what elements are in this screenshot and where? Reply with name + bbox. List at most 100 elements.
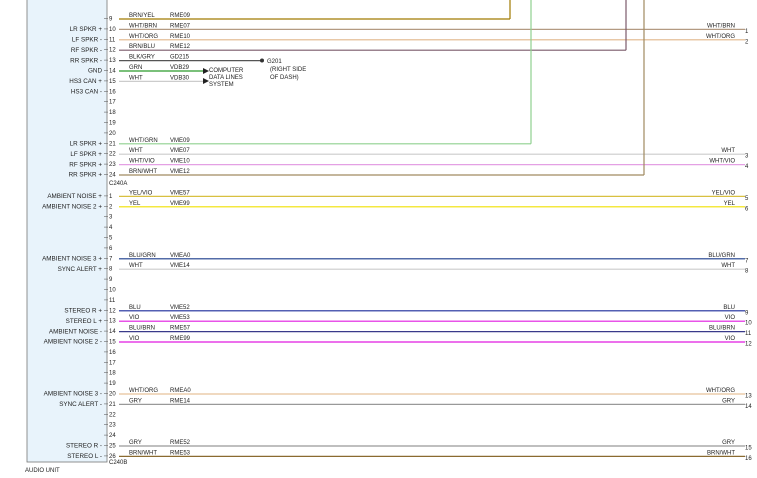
pin-row: 13 STEREO L + VIO VME53 VIO 10 xyxy=(66,315,753,327)
pin-number: 22 xyxy=(109,152,116,158)
circuit-label: VME14 xyxy=(170,263,190,269)
right-color-label: YEL/VIO xyxy=(712,190,736,196)
signal-label: RF SPKR - xyxy=(71,47,102,54)
pin-rows: 9 BRN/YEL RME09 10 LR SPKR + WHT/BRN RME07 WHT/… xyxy=(42,13,752,462)
pin-number: 9 xyxy=(109,277,113,283)
pin-number: 22 xyxy=(109,412,116,418)
pin-number: 20 xyxy=(109,392,116,398)
wire-color-label: GRN xyxy=(129,65,142,71)
pin-number: 23 xyxy=(109,162,116,168)
wire-color-label: GRY xyxy=(129,398,142,404)
circuit-label: RME53 xyxy=(170,450,191,456)
circuit-label: VME99 xyxy=(170,201,190,207)
pin-number: 17 xyxy=(109,100,116,106)
wire-verticals xyxy=(509,0,645,175)
circuit-label: VMEA0 xyxy=(170,253,191,259)
pin-number: 16 xyxy=(109,89,116,95)
pin-number: 5 xyxy=(109,236,113,242)
wire-color-label: WHT xyxy=(129,75,143,81)
right-pin-number: 16 xyxy=(745,456,752,462)
right-color-label: WHT/VIO xyxy=(709,159,735,165)
right-pin-number: 13 xyxy=(745,394,752,400)
ground-splice-dot xyxy=(260,58,264,63)
pin-number: 25 xyxy=(109,444,116,450)
pin-row: 12 RF SPKR - BRN/BLU RME12 xyxy=(71,44,626,54)
circuit-label: RMEA0 xyxy=(170,388,191,394)
signal-label: AMBIENT NOISE 2 - xyxy=(44,339,102,346)
pin-number: 13 xyxy=(109,319,116,325)
right-pin-number: 15 xyxy=(745,446,752,452)
pin-number: 18 xyxy=(109,110,116,116)
right-color-label: WHT/ORG xyxy=(706,388,735,394)
signal-label: HS3 CAN - xyxy=(71,89,102,96)
circuit-label: VME12 xyxy=(170,169,190,175)
signal-label: GND xyxy=(88,68,102,75)
signal-label: AMBIENT NOISE 3 - xyxy=(44,391,102,398)
signal-label: AMBIENT NOISE - xyxy=(49,328,102,335)
signal-label: RF SPKR + xyxy=(69,161,102,168)
pin-number: 24 xyxy=(109,433,116,439)
audio-unit-label: AUDIO UNIT xyxy=(25,468,60,474)
pin-row: 7 AMBIENT NOISE 3 + BLU/GRN VMEA0 BLU/GRN 7 xyxy=(42,253,749,265)
pin-number: 20 xyxy=(109,131,116,137)
wire-color-label: YEL xyxy=(129,201,141,207)
right-pin-number: 11 xyxy=(745,331,752,337)
pin-row: 15 AMBIENT NOISE 2 - VIO RME99 VIO 12 xyxy=(44,336,753,348)
wire-color-label: BRN/WHT xyxy=(129,450,157,456)
pin-row: 20 AMBIENT NOISE 3 - WHT/ORG RMEA0 WHT/ORG 13 xyxy=(44,388,753,400)
right-color-label: BRN/WHT xyxy=(707,450,735,456)
circuit-label: RME14 xyxy=(170,398,191,404)
wire-color-label: BRN/BLU xyxy=(129,44,155,50)
pin-row: 12 STEREO R + BLU VME52 BLU 9 xyxy=(64,305,749,317)
circuit-label: VDB29 xyxy=(170,65,190,71)
pin-number: 15 xyxy=(109,340,116,346)
signal-label: HS3 CAN + xyxy=(69,78,102,85)
wire-color-label: BLK/GRY xyxy=(129,55,155,61)
pin-number: 1 xyxy=(109,194,113,200)
wire-color-label: WHT/ORG xyxy=(129,388,158,394)
signal-label: AMBIENT NOISE 3 + xyxy=(42,256,102,263)
pin-row: 16 HS3 CAN - xyxy=(71,89,116,96)
pin-row: 26 STEREO L - BRN/WHT RME53 BRN/WHT 16 xyxy=(67,450,752,462)
pin-number: 17 xyxy=(109,360,116,366)
circuit-label: VME10 xyxy=(170,159,190,165)
right-color-label: VIO xyxy=(725,336,736,342)
pin-number: 7 xyxy=(109,256,113,262)
signal-label: RR SPKR - xyxy=(70,57,102,64)
circuit-label: GD215 xyxy=(170,55,190,61)
ground-note-line-1: (RIGHT SIDE xyxy=(270,67,306,73)
signal-label: SYNC ALERT - xyxy=(59,401,102,408)
pin-number: 2 xyxy=(109,204,113,210)
pin-row: 25 STEREO R - GRY RME52 GRY 15 xyxy=(66,440,752,452)
right-color-label: GRY xyxy=(722,398,735,404)
signal-label: AMBIENT NOISE 2 + xyxy=(42,204,102,211)
wire-color-label: BLU xyxy=(129,305,141,311)
pin-number: 16 xyxy=(109,350,116,356)
wire-color-label: WHT/BRN xyxy=(129,23,157,29)
right-color-label: BLU/GRN xyxy=(708,253,735,259)
right-color-label: WHT xyxy=(721,148,735,154)
pin-number: 3 xyxy=(109,215,113,221)
pin-row: 8 SYNC ALERT + WHT VME14 WHT 8 xyxy=(58,263,749,275)
signal-label: LR SPKR + xyxy=(70,26,103,33)
pin-number: 11 xyxy=(109,298,116,304)
pin-row: 1 AMBIENT NOISE + YEL/VIO VME57 YEL/VIO 5 xyxy=(47,190,749,202)
right-pin-number: 2 xyxy=(745,39,749,45)
pin-number: 21 xyxy=(109,402,116,408)
pin-number: 10 xyxy=(109,288,116,294)
right-pin-number: 12 xyxy=(745,342,752,348)
pin-number: 15 xyxy=(109,79,116,85)
pin-number: 14 xyxy=(109,329,116,335)
wire-color-label: WHT/VIO xyxy=(129,159,155,165)
circuit-label: RME52 xyxy=(170,440,191,446)
pin-number: 26 xyxy=(109,454,116,460)
data-system-line-1: COMPUTER xyxy=(209,68,244,74)
pin-number: 14 xyxy=(109,69,116,75)
signal-label: AMBIENT NOISE + xyxy=(47,193,102,200)
circuit-label: RME07 xyxy=(170,23,191,29)
wire-color-label: VIO xyxy=(129,336,140,342)
right-pin-number: 10 xyxy=(745,321,752,327)
right-color-label: YEL xyxy=(724,201,736,207)
wire-color-label: WHT/ORG xyxy=(129,34,158,40)
signal-label: SYNC ALERT + xyxy=(58,266,103,273)
